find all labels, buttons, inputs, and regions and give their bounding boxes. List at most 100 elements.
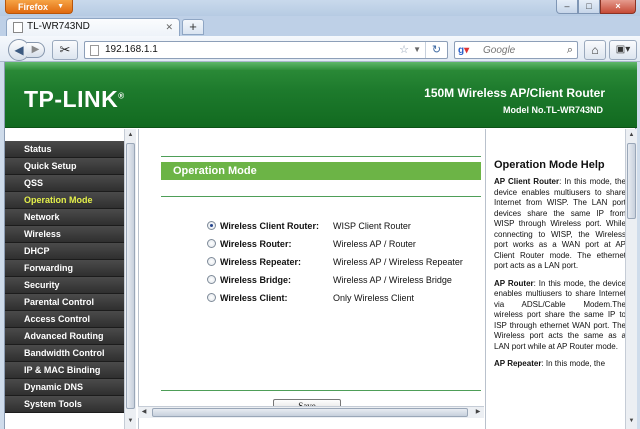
mode-description: Wireless AP / Wireless Repeater	[333, 257, 463, 267]
operation-mode-options: Wireless Client Router: WISP Client Route…	[207, 217, 482, 307]
tplink-logo: TP-LINK®	[24, 86, 125, 112]
scroll-down-icon[interactable]: ▼	[125, 415, 136, 427]
main-horizontal-scrollbar[interactable]: ◀ ▶	[138, 406, 484, 418]
mode-radio[interactable]	[207, 221, 216, 230]
cut-button[interactable]: ✂	[52, 40, 78, 60]
mode-description: Only Wireless Client	[333, 293, 415, 303]
new-tab-button[interactable]: +	[182, 19, 204, 35]
google-engine-icon[interactable]: g▾	[458, 44, 478, 57]
help-paragraphs: AP Client Router: In this mode, the devi…	[494, 177, 626, 370]
search-input[interactable]	[483, 43, 553, 57]
mode-option: Wireless Client Router: WISP Client Route…	[207, 217, 482, 235]
sidebar-item-operation-mode[interactable]: Operation Mode	[5, 192, 125, 209]
navigation-toolbar: ◀ ▶ ✂ 192.168.1.1 ☆ ▼ ↻ g▾ ⌕ ⌂ ▣▾	[0, 36, 640, 62]
main-content: Operation Mode Wireless Client Router: WI…	[138, 129, 484, 429]
bookmark-star-icon[interactable]: ☆	[399, 42, 409, 58]
forward-button[interactable]: ▶	[27, 42, 45, 58]
mode-label: Wireless Client:	[220, 293, 288, 303]
page-icon	[90, 45, 99, 56]
header-banner: TP-LINK® 150M Wireless AP/Client Router …	[5, 62, 637, 128]
close-window-button[interactable]: ×	[600, 0, 636, 14]
router-page: TP-LINK® 150M Wireless AP/Client Router …	[4, 62, 637, 429]
page-favicon-icon	[13, 22, 23, 33]
help-text: In this mode, the	[545, 359, 606, 368]
mode-label: Wireless Bridge:	[220, 275, 291, 285]
model-number: Model No.TL-WR743ND	[503, 105, 603, 115]
sidebar-item-advanced-routing[interactable]: Advanced Routing	[5, 328, 125, 345]
mode-radio[interactable]	[207, 275, 216, 284]
tab-close-icon[interactable]: ✕	[165, 19, 173, 35]
home-button[interactable]: ⌂	[584, 40, 606, 60]
title-bar: Firefox ▼ – □ ×	[0, 0, 640, 16]
help-text: In this mode, the device enables multius…	[494, 177, 626, 270]
history-dropdown-icon[interactable]: ▼	[413, 42, 421, 58]
help-term: AP Client Router	[494, 177, 560, 186]
mode-label: Wireless Repeater:	[220, 257, 301, 267]
help-title: Operation Mode Help	[494, 159, 605, 171]
help-paragraph: AP Client Router: In this mode, the devi…	[494, 177, 626, 272]
url-bar[interactable]: 192.168.1.1 ☆ ▼ ↻	[84, 41, 448, 59]
product-name: 150M Wireless AP/Client Router	[424, 86, 605, 100]
mode-option: Wireless Client: Only Wireless Client	[207, 289, 482, 307]
bookmarks-icon: ▣▾	[615, 44, 631, 55]
scroll-up-icon[interactable]: ▲	[626, 129, 637, 141]
sidebar-item-dynamic-dns[interactable]: Dynamic DNS	[5, 379, 125, 396]
sidebar-item-access-control[interactable]: Access Control	[5, 311, 125, 328]
mode-label: Wireless Router:	[220, 239, 292, 249]
divider	[161, 196, 481, 197]
sidebar-menu: Status Quick Setup QSS Operation Mode Networ…	[5, 129, 125, 429]
mode-description: WISP Client Router	[333, 221, 411, 231]
sidebar-item-dhcp[interactable]: DHCP	[5, 243, 125, 260]
sidebar-item-bandwidth-control[interactable]: Bandwidth Control	[5, 345, 125, 362]
mode-radio[interactable]	[207, 257, 216, 266]
url-text: 192.168.1.1	[105, 44, 158, 55]
scroll-up-icon[interactable]: ▲	[125, 129, 136, 141]
mode-option: Wireless Bridge: Wireless AP / Wireless B…	[207, 271, 482, 289]
sidebar-scrollbar[interactable]: ▲ ▼	[124, 129, 136, 429]
sidebar-item-qss[interactable]: QSS	[5, 175, 125, 192]
section-title: Operation Mode	[161, 162, 481, 180]
scroll-right-icon[interactable]: ▶	[472, 407, 484, 418]
menu-list: Status Quick Setup QSS Operation Mode Networ…	[5, 141, 125, 413]
home-icon: ⌂	[591, 43, 599, 57]
help-scrollbar[interactable]: ▲ ▼	[625, 129, 637, 429]
bookmarks-menu-button[interactable]: ▣▾	[609, 40, 637, 60]
help-paragraph: AP Repeater: In this mode, the	[494, 359, 626, 370]
firefox-menu-button[interactable]: Firefox ▼	[5, 0, 73, 14]
maximize-button[interactable]: □	[578, 0, 600, 14]
sidebar-item-forwarding[interactable]: Forwarding	[5, 260, 125, 277]
help-term: AP Router	[494, 278, 534, 288]
divider	[161, 156, 481, 157]
reload-icon[interactable]: ↻	[425, 42, 447, 58]
help-panel: Operation Mode Help AP Client Router: In…	[485, 129, 637, 429]
firefox-menu-label: Firefox	[18, 2, 49, 12]
sidebar-scroll-thumb[interactable]	[126, 143, 135, 409]
sidebar-item-quick-setup[interactable]: Quick Setup	[5, 158, 125, 175]
mode-radio[interactable]	[207, 293, 216, 302]
horizontal-scroll-thumb[interactable]	[152, 408, 468, 417]
scissors-icon: ✂	[59, 42, 71, 57]
forward-arrow-icon: ▶	[31, 44, 40, 55]
help-text: In this mode, the device enables multius…	[494, 278, 626, 351]
mode-label: Wireless Client Router:	[220, 221, 319, 231]
tab-title: TL-WR743ND	[27, 21, 90, 32]
browser-window: Firefox ▼ – □ × TL-WR743ND ✕ + ◀ ▶ ✂ 192…	[0, 0, 640, 429]
sidebar-item-ip-mac-binding[interactable]: IP & MAC Binding	[5, 362, 125, 379]
search-bar[interactable]: g▾ ⌕	[454, 41, 578, 59]
sidebar-item-status[interactable]: Status	[5, 141, 125, 158]
scroll-left-icon[interactable]: ◀	[138, 407, 150, 418]
search-icon[interactable]: ⌕	[567, 42, 573, 58]
scroll-down-icon[interactable]: ▼	[626, 415, 637, 427]
sidebar-item-system-tools[interactable]: System Tools	[5, 396, 125, 413]
sidebar-item-wireless[interactable]: Wireless	[5, 226, 125, 243]
mode-radio[interactable]	[207, 239, 216, 248]
tab-router[interactable]: TL-WR743ND ✕	[6, 18, 180, 36]
help-term: AP Repeater	[494, 359, 542, 368]
mode-description: Wireless AP / Router	[333, 239, 416, 249]
help-scroll-thumb[interactable]	[627, 143, 636, 219]
sidebar-item-security[interactable]: Security	[5, 277, 125, 294]
minimize-button[interactable]: –	[556, 0, 578, 14]
sidebar-item-parental-control[interactable]: Parental Control	[5, 294, 125, 311]
sidebar-item-network[interactable]: Network	[5, 209, 125, 226]
help-paragraph: AP Router: In this mode, the device enab…	[494, 279, 626, 353]
